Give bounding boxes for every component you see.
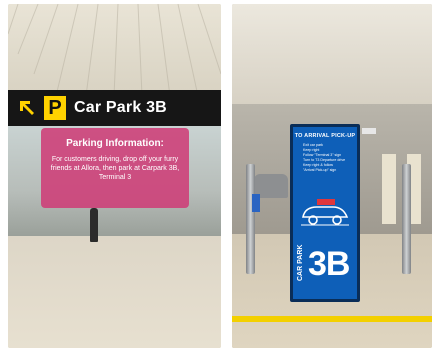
arrow-up-left-icon xyxy=(20,101,34,115)
info-body: For customers driving, drop off your fur… xyxy=(50,156,180,181)
photo-collage: P Car Park 3B Parking Information: For c… xyxy=(0,0,435,352)
person-silhouette xyxy=(90,208,98,242)
totem-title: TO ARRIVAL PICK-UP xyxy=(294,133,356,139)
pillar xyxy=(382,154,396,224)
floor xyxy=(8,236,221,348)
car-park-sign: P Car Park 3B xyxy=(8,90,221,126)
ceiling-slats xyxy=(8,4,221,96)
info-title: Parking Information: xyxy=(66,138,164,149)
totem-steps: Exit car park Keep right Follow "Termina… xyxy=(303,143,357,173)
carpark-ceiling xyxy=(232,4,432,104)
arrival-pickup-totem: TO ARRIVAL PICK-UP Exit car park Keep ri… xyxy=(290,124,360,302)
left-photo: P Car Park 3B Parking Information: For c… xyxy=(8,4,221,348)
overhead-sign xyxy=(362,128,376,134)
parking-badge: P xyxy=(44,96,66,120)
sign-label: Car Park 3B xyxy=(74,99,167,116)
bollard xyxy=(246,164,255,274)
bollard xyxy=(402,164,411,274)
floor-yellow-line xyxy=(232,316,432,322)
totem-big-label: 3B xyxy=(308,245,350,283)
parking-info-overlay: Parking Information: For customers drivi… xyxy=(41,128,189,208)
totem-vertical-label: CAR PARK xyxy=(297,244,304,281)
right-photo: TO ARRIVAL PICK-UP Exit car park Keep ri… xyxy=(232,4,432,348)
car-icon xyxy=(301,199,349,226)
wheelchair-marker xyxy=(252,194,260,212)
totem-step: "Arrival Pick-up" sign xyxy=(303,168,337,172)
